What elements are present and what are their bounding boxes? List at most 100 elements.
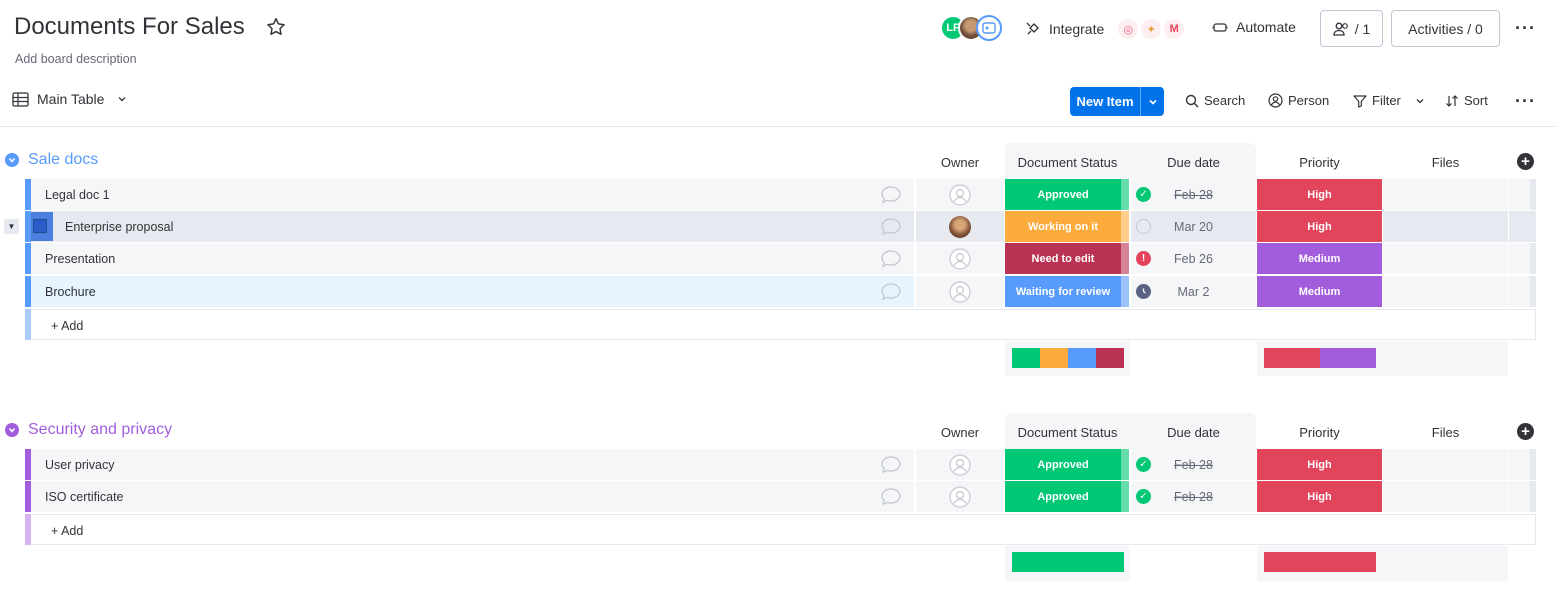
item-name[interactable]: Presentation: [31, 243, 914, 274]
status-label[interactable]: Working on it: [1005, 211, 1121, 242]
owner-cell[interactable]: [916, 211, 1004, 242]
group-title[interactable]: Sale docs: [28, 151, 98, 169]
priority-label[interactable]: High: [1257, 481, 1382, 512]
board-description[interactable]: Add board description: [15, 52, 137, 66]
files-cell[interactable]: [1383, 179, 1508, 210]
search-button[interactable]: Search: [1185, 93, 1245, 108]
automate-button[interactable]: Automate: [1212, 19, 1296, 35]
owner-cell[interactable]: [916, 276, 1004, 307]
column-header-owner[interactable]: Owner: [916, 155, 1004, 170]
chevron-down-icon[interactable]: [1414, 95, 1426, 107]
files-cell[interactable]: [1383, 449, 1508, 480]
chat-bubble-icon[interactable]: [880, 217, 902, 237]
files-cell[interactable]: [1383, 481, 1508, 512]
item-name[interactable]: Brochure: [31, 276, 914, 307]
priority-label[interactable]: High: [1257, 449, 1382, 480]
star-icon[interactable]: [265, 16, 287, 38]
table-row[interactable]: User privacy Approved Feb 28 ✓ High: [25, 449, 1536, 480]
priority-summary-bar[interactable]: [1264, 348, 1376, 368]
integrate-button[interactable]: Integrate ◎ ✦ M: [1025, 19, 1185, 39]
column-header-due-date[interactable]: Due date: [1131, 425, 1256, 440]
chevron-down-icon[interactable]: [116, 93, 128, 105]
add-item-row[interactable]: + Add: [25, 514, 1536, 545]
group-collapse-icon[interactable]: [5, 153, 19, 167]
person-icon: [1268, 93, 1283, 108]
guest-avatar-icon: [976, 15, 1002, 41]
table-row[interactable]: Enterprise proposal Working on it Mar 20…: [25, 211, 1536, 242]
chat-bubble-icon[interactable]: [880, 249, 902, 269]
add-item-label[interactable]: + Add: [51, 319, 83, 333]
toolbar-more-icon[interactable]: ···: [1515, 91, 1536, 112]
add-column-icon[interactable]: +: [1517, 423, 1534, 440]
board-title[interactable]: Documents For Sales: [14, 13, 245, 41]
person-label: Person: [1288, 93, 1330, 108]
column-header-status[interactable]: Document Status: [1005, 155, 1130, 170]
table-icon: [12, 91, 29, 107]
sort-icon: [1446, 94, 1458, 107]
owner-cell[interactable]: [916, 243, 1004, 274]
board-members-avatars[interactable]: LF: [940, 15, 1006, 43]
files-cell[interactable]: [1383, 276, 1508, 307]
status-label[interactable]: Need to edit: [1005, 243, 1121, 274]
files-cell[interactable]: [1383, 243, 1508, 274]
robot-icon: [1212, 23, 1228, 32]
column-header-files[interactable]: Files: [1383, 155, 1508, 170]
status-label[interactable]: Approved: [1005, 481, 1121, 512]
chat-bubble-icon[interactable]: [880, 282, 902, 302]
column-header-owner[interactable]: Owner: [916, 425, 1004, 440]
row-end-cell: [1509, 481, 1536, 512]
owner-cell[interactable]: [916, 179, 1004, 210]
column-header-status[interactable]: Document Status: [1005, 425, 1130, 440]
priority-label[interactable]: Medium: [1257, 276, 1382, 307]
priority-summary-bar[interactable]: [1264, 552, 1376, 572]
column-header-due-date[interactable]: Due date: [1131, 155, 1256, 170]
due-date-text: Feb 28: [1174, 187, 1213, 202]
new-item-dropdown-icon[interactable]: [1140, 87, 1164, 116]
chat-bubble-icon[interactable]: [880, 185, 902, 205]
status-edge: [1121, 276, 1129, 307]
table-row[interactable]: ISO certificate Approved Feb 28 ✓ High: [25, 481, 1536, 512]
item-name[interactable]: User privacy: [31, 449, 914, 480]
column-header-files[interactable]: Files: [1383, 425, 1508, 440]
activities-button[interactable]: Activities / 0: [1391, 10, 1500, 47]
priority-label[interactable]: High: [1257, 179, 1382, 210]
row-menu-arrow-icon[interactable]: ▼: [4, 219, 19, 234]
add-column-icon[interactable]: +: [1517, 153, 1534, 170]
item-name[interactable]: Legal doc 1: [31, 179, 914, 210]
owner-cell[interactable]: [916, 481, 1004, 512]
status-edge: [1121, 481, 1129, 512]
row-checkbox[interactable]: [33, 219, 47, 233]
group-collapse-icon[interactable]: [5, 423, 19, 437]
table-row[interactable]: Legal doc 1 Approved Feb 28 ✓ High: [25, 179, 1536, 210]
status-label[interactable]: Approved: [1005, 449, 1121, 480]
filter-button[interactable]: Filter: [1353, 93, 1426, 108]
add-item-label[interactable]: + Add: [51, 524, 83, 538]
main-table-view-tab[interactable]: Main Table: [12, 91, 128, 107]
status-summary-bar[interactable]: [1012, 348, 1124, 368]
board-more-icon[interactable]: ···: [1515, 18, 1536, 39]
new-item-label[interactable]: New Item: [1070, 87, 1140, 116]
group-title[interactable]: Security and privacy: [28, 421, 172, 439]
invite-members-button[interactable]: / 1: [1320, 10, 1383, 47]
item-name[interactable]: ISO certificate: [31, 481, 914, 512]
priority-label[interactable]: High: [1257, 211, 1382, 242]
chat-bubble-icon[interactable]: [880, 455, 902, 475]
owner-avatar: [949, 215, 971, 238]
new-item-button[interactable]: New Item: [1070, 87, 1164, 116]
table-row[interactable]: Brochure Waiting for review Mar 2 Medium: [25, 276, 1536, 307]
search-icon: [1185, 94, 1199, 107]
column-header-priority[interactable]: Priority: [1257, 155, 1382, 170]
status-label[interactable]: Approved: [1005, 179, 1121, 210]
status-label[interactable]: Waiting for review: [1005, 276, 1121, 307]
person-filter-button[interactable]: Person: [1268, 93, 1329, 108]
item-name[interactable]: Enterprise proposal: [31, 211, 914, 242]
column-header-priority[interactable]: Priority: [1257, 425, 1382, 440]
files-cell[interactable]: [1383, 211, 1508, 242]
owner-cell[interactable]: [916, 449, 1004, 480]
add-item-row[interactable]: + Add: [25, 309, 1536, 340]
priority-label[interactable]: Medium: [1257, 243, 1382, 274]
chat-bubble-icon[interactable]: [880, 487, 902, 507]
status-summary-bar[interactable]: [1012, 552, 1124, 572]
sort-button[interactable]: Sort: [1445, 93, 1488, 108]
table-row[interactable]: Presentation Need to edit Feb 26 ! Mediu…: [25, 243, 1536, 274]
